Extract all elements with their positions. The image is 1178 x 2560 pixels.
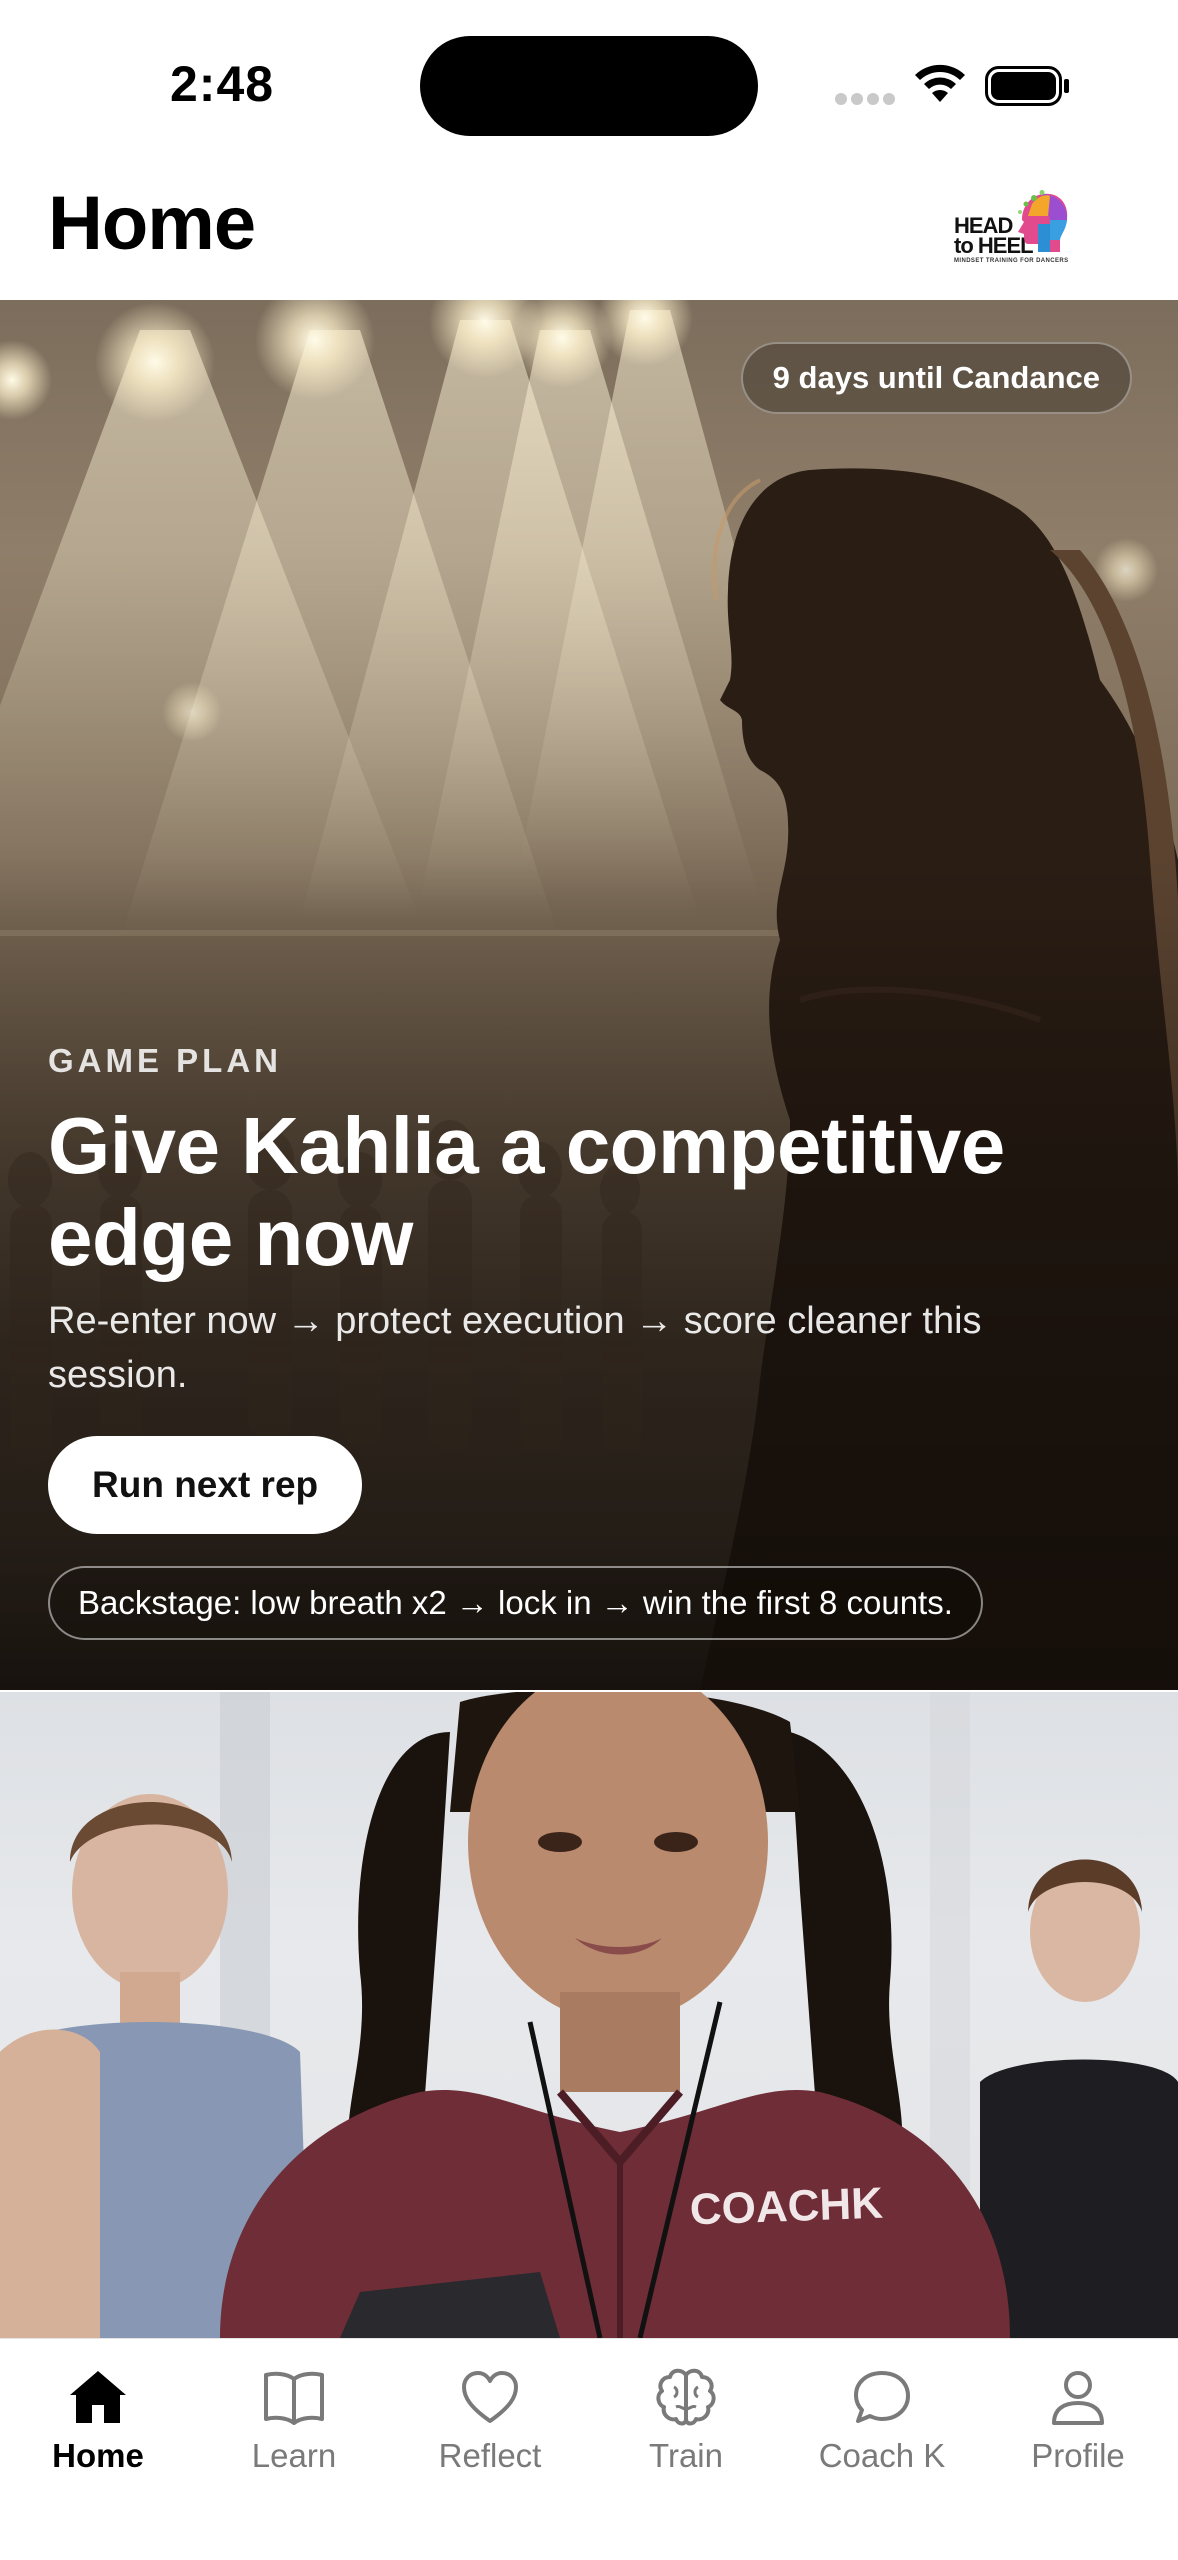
logo-tagline: MINDSET TRAINING FOR DANCERS: [954, 258, 1069, 264]
wifi-icon: [915, 64, 965, 102]
person-icon: [1052, 2371, 1104, 2425]
hero-subtitle: Re-enter now → protect execution → score…: [48, 1300, 982, 1396]
tab-home[interactable]: Home: [0, 2365, 196, 2495]
home-icon: [70, 2371, 126, 2423]
bottom-tab-bar: Home Learn Reflect Train Coach K Profile: [0, 2338, 1178, 2560]
run-next-rep-button[interactable]: Run next rep: [48, 1436, 363, 1534]
tab-profile-label: Profile: [1031, 2437, 1125, 2474]
battery-icon: [985, 66, 1069, 106]
app-header: Home HEAD to HEEL MINDSET TRAINING FOR DA…: [0, 170, 1178, 300]
book-icon: [264, 2371, 324, 2425]
coach-photo: COACHK: [0, 1692, 1178, 2338]
tab-coach-k[interactable]: Coach K: [784, 2365, 980, 2495]
chat-bubble-icon: [854, 2371, 910, 2423]
tab-learn-label: Learn: [251, 2437, 337, 2474]
page-title: Home: [48, 181, 256, 266]
tab-profile[interactable]: Profile: [980, 2365, 1176, 2495]
event-countdown-badge: 9 days until Candance: [740, 342, 1132, 414]
head-to-heel-logo[interactable]: HEAD to HEEL MINDSET TRAINING FOR DANCERS: [950, 188, 1070, 274]
tab-train-label: Train: [649, 2437, 723, 2474]
tab-reflect-label: Reflect: [438, 2437, 542, 2474]
hero-headline: Give Kahlia a competitive edge now: [48, 1101, 1005, 1282]
tab-train[interactable]: Train: [588, 2365, 784, 2495]
hero-eyebrow: GAME PLAN: [48, 1042, 282, 1079]
tab-reflect[interactable]: Reflect: [392, 2365, 588, 2495]
home-screen: 2:48 Home HEAD to HEEL MINDSET TRAINING F…: [0, 0, 1178, 2560]
status-bar: 2:48: [0, 0, 1178, 170]
colorful-head-icon: [1018, 190, 1068, 252]
game-plan-hero: 9 days until Candance GAME PLAN Give Kah…: [0, 300, 1178, 1690]
brain-icon: [656, 2368, 716, 2426]
cellular-signal-icon: [835, 93, 895, 105]
heart-icon: [462, 2371, 518, 2423]
tab-learn[interactable]: Learn: [196, 2365, 392, 2495]
dynamic-island: [420, 36, 758, 136]
coach-jacket-logo: COACHK: [689, 2179, 884, 2235]
coach-k-card[interactable]: COACHK: [0, 1692, 1178, 2338]
backstage-tip-pill: Backstage: low breath x2 → lock in → win…: [48, 1566, 983, 1640]
tab-coach-k-label: Coach K: [818, 2437, 946, 2474]
status-time: 2:48: [170, 56, 275, 112]
tab-home-label: Home: [52, 2437, 144, 2474]
